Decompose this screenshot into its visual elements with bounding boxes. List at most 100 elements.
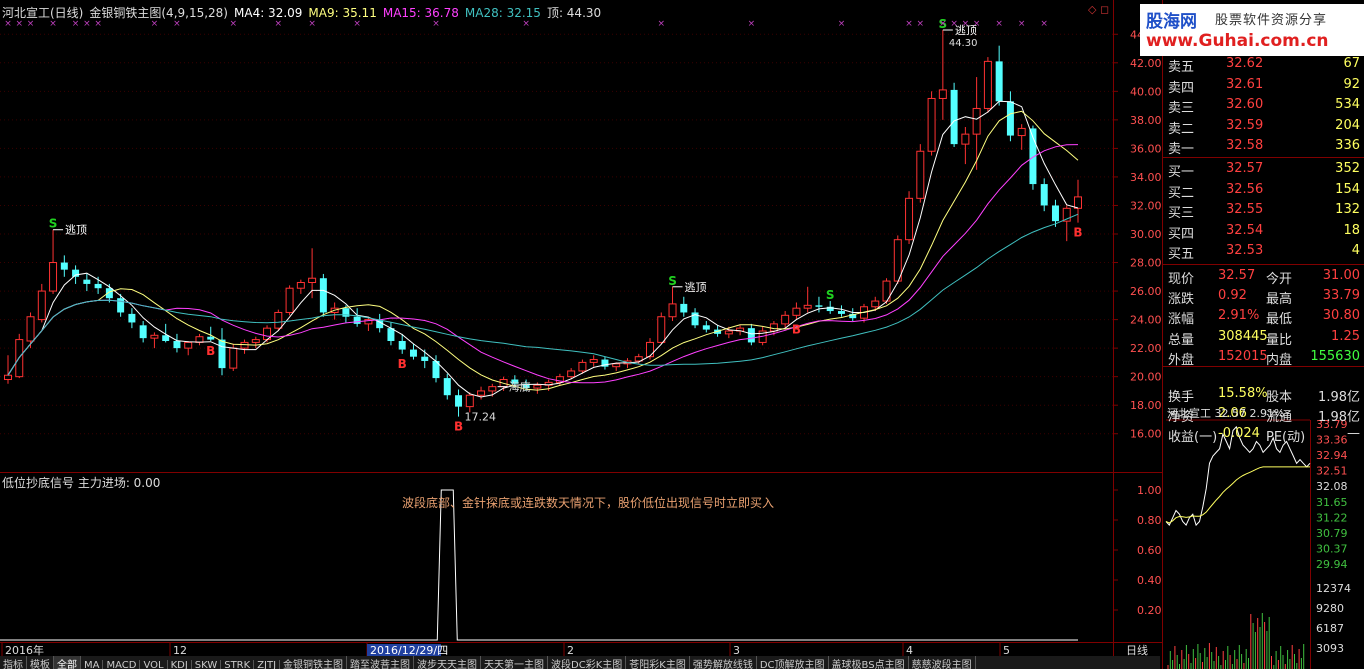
candle-body <box>837 311 845 314</box>
tab-9[interactable]: ZJTJ <box>254 660 281 669</box>
candle-body <box>1074 196 1082 209</box>
candle-body <box>83 279 91 284</box>
candle-body <box>1040 184 1048 206</box>
candle-body <box>724 330 733 335</box>
candle-body <box>589 359 598 363</box>
buy-signal: B <box>398 357 407 371</box>
quote-row: 买四 32.54 18 <box>1166 221 1364 242</box>
stat-label: PE(动) <box>1266 430 1306 446</box>
escape-top-label: 逃顶 <box>685 281 707 294</box>
tab-15[interactable]: 苍阳彩K主图 <box>626 656 690 669</box>
signal-mark: × <box>962 19 970 29</box>
tab-5[interactable]: VOL <box>140 660 168 669</box>
candle-body <box>37 290 46 321</box>
watermark-url: www.Guhai.com.cn <box>1146 31 1329 51</box>
stats-divider <box>1163 366 1364 367</box>
bid-price: 32.53 <box>1226 243 1264 258</box>
tab-16[interactable]: 强势解放线钱 <box>690 656 757 669</box>
candle-body <box>680 303 688 313</box>
top-value: 顶: 44.30 <box>546 6 602 20</box>
tab-11[interactable]: 踏至波菩主图 <box>347 656 415 669</box>
ma4-line <box>7 100 1079 398</box>
mini-price-tick: 32.51 <box>1316 465 1348 478</box>
candle-body <box>207 336 215 340</box>
bid-price: 32.54 <box>1226 222 1264 238</box>
tab-8[interactable]: STRK <box>221 660 255 669</box>
ind-y-tick-label: 0.40 <box>1137 574 1162 587</box>
mini-price-tick: 31.65 <box>1316 496 1348 509</box>
ask-volume: 336 <box>1335 138 1360 153</box>
candle-body <box>995 61 1003 102</box>
tab-2[interactable]: 全部 <box>54 656 81 669</box>
candle-body <box>792 307 801 316</box>
candle-body <box>274 311 283 329</box>
low-price-label: 17.24 <box>465 411 497 424</box>
signal-mark: × <box>657 19 665 29</box>
buy-signal: B <box>1073 226 1082 240</box>
bid-volume: 154 <box>1335 181 1360 197</box>
quote-row: 收益(一) -0.024 PE(动) — <box>1166 424 1364 446</box>
candle-body <box>1017 127 1026 137</box>
stat-value: 2.91% <box>1218 308 1260 324</box>
y-tick-label: 22.00 <box>1130 342 1162 355</box>
signal-mark: × <box>1040 19 1048 29</box>
candle-body <box>769 323 778 332</box>
stat-value: 15.58% <box>1218 386 1268 401</box>
mini-vol-tick: 9280 <box>1316 602 1344 615</box>
tab-19[interactable]: 慈慈波段主图 <box>909 656 976 669</box>
indicator-tab-bar: 指标 模板 全部 MA MACD VOL KDJ SKW STRK ZJTJ 金银铜铁主图 踏至波菩主… <box>0 656 1160 669</box>
tab-18[interactable]: 盖球极BS点主图 <box>829 656 909 669</box>
high-price-label: 44.30 <box>949 38 978 49</box>
bid-label: 买五 <box>1168 247 1195 262</box>
stat-label: 最高 <box>1266 292 1293 308</box>
tab-12[interactable]: 波步天天主图 <box>414 656 482 669</box>
tab-3[interactable]: MA <box>81 660 104 669</box>
candle-body <box>285 287 294 313</box>
candle-body <box>871 300 880 308</box>
bid-price: 32.55 <box>1226 202 1264 217</box>
candle-body <box>893 239 902 282</box>
candle-body <box>578 361 587 372</box>
quote-row: 卖二 32.59 204 <box>1166 116 1364 137</box>
tab-6[interactable]: KDJ <box>168 660 192 669</box>
tab-10[interactable]: 金银铜铁主图 <box>280 656 348 669</box>
ask-label: 卖一 <box>1168 142 1195 157</box>
y-tick-label: 30.00 <box>1130 228 1162 241</box>
ind-y-tick-label: 0.20 <box>1137 604 1162 617</box>
tab-4[interactable]: MACD <box>103 660 141 669</box>
candle-body <box>781 314 790 325</box>
tab-14[interactable]: 波段DC彩K主图 <box>548 656 627 669</box>
tab-0[interactable]: 指标 <box>0 656 27 669</box>
ask-price: 32.59 <box>1226 117 1264 133</box>
mini-price-tick: 30.37 <box>1316 542 1348 555</box>
mini-vol-tick: 3093 <box>1316 642 1344 655</box>
tab-13[interactable]: 天天第一主图 <box>481 656 549 669</box>
candle-body <box>455 395 463 407</box>
candle-body <box>916 150 925 199</box>
candle-body <box>1006 101 1014 136</box>
candle-body <box>983 60 992 109</box>
signal-mark: × <box>973 19 981 29</box>
stat-value: 30.80 <box>1322 308 1360 324</box>
main-chart-canvas[interactable]: 44.0042.0040.0038.0036.0034.0032.0030.00… <box>0 0 1364 669</box>
candle-body <box>398 341 406 350</box>
chart-corner-icons[interactable]: ◇ ◻ <box>1088 3 1109 16</box>
stat-label: 量比 <box>1266 332 1293 348</box>
signal-mark: × <box>748 19 756 29</box>
candle-body <box>657 316 666 343</box>
candle-body <box>477 390 486 396</box>
tab-7[interactable]: SKW <box>192 660 222 669</box>
candle-body <box>72 269 80 277</box>
candle-body <box>49 262 58 292</box>
tab-1[interactable]: 模板 <box>27 656 54 669</box>
y-tick-label: 38.00 <box>1130 114 1162 127</box>
ma28-line <box>7 213 1079 376</box>
ma4-value: MA4: 32.09 <box>234 6 303 20</box>
y-tick-label: 42.00 <box>1130 57 1162 70</box>
bid-stats-divider <box>1163 264 1364 265</box>
stat-value: 152015 <box>1218 348 1268 364</box>
x-tick-label: 2016年 <box>5 643 44 657</box>
bid-label: 买四 <box>1168 226 1195 242</box>
candle-body <box>139 325 147 339</box>
tab-17[interactable]: DC顶解放主图 <box>757 656 829 669</box>
